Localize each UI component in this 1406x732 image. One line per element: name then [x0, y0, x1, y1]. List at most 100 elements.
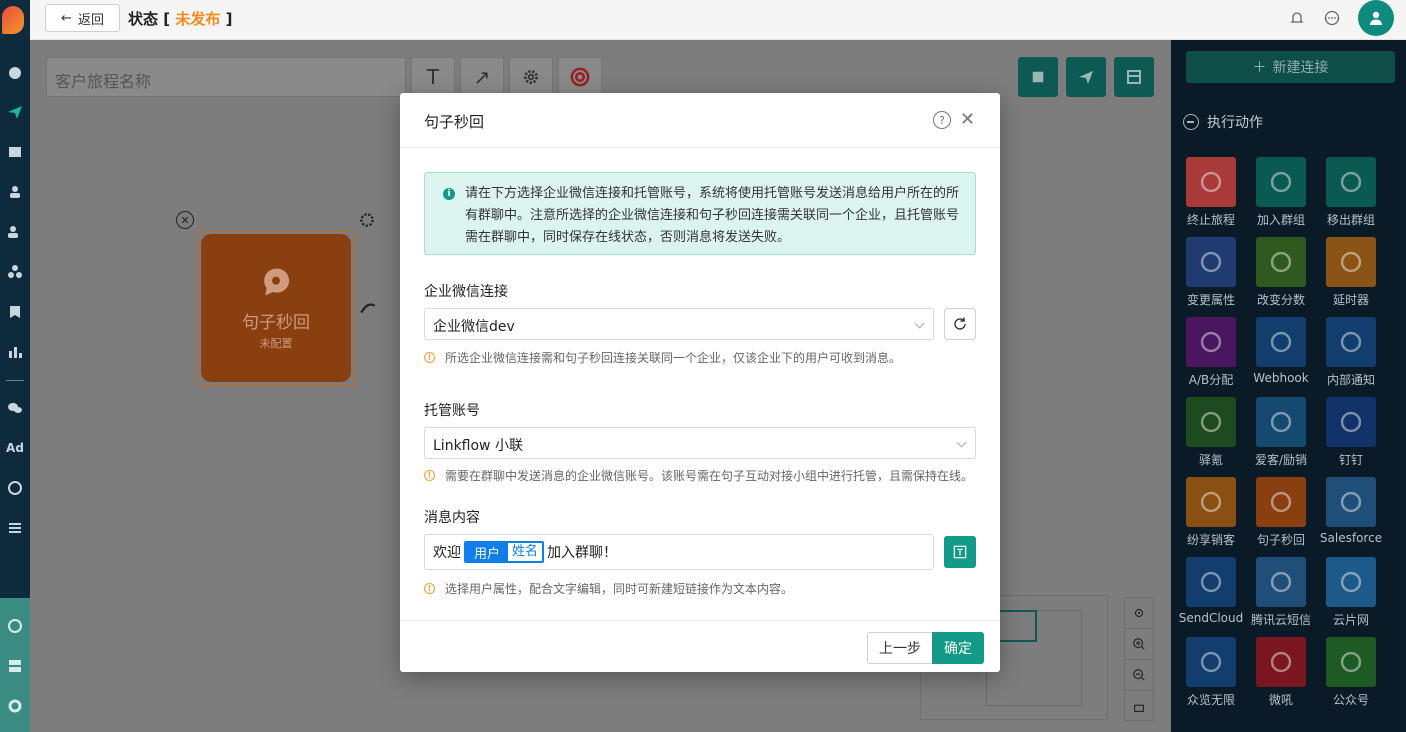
fit-icon[interactable]	[1125, 691, 1153, 722]
warning-icon: !	[424, 352, 435, 363]
locate-icon[interactable]	[1125, 598, 1153, 629]
new-connection-button[interactable]: ＋ 新建连接	[1186, 51, 1395, 83]
action-tile-label: 加入群组	[1256, 213, 1305, 227]
list-icon[interactable]	[4, 518, 26, 538]
action-tile[interactable]: 众览无限	[1176, 637, 1246, 708]
save-icon[interactable]	[1018, 57, 1058, 97]
node-title: 句子秒回	[242, 312, 310, 333]
action-tile[interactable]: 云片网	[1316, 557, 1386, 628]
action-tile-icon	[1256, 477, 1306, 527]
action-tile[interactable]: 钉钉	[1316, 397, 1386, 468]
action-tile[interactable]: 爱客/励销	[1246, 397, 1316, 468]
zoom-out-icon[interactable]	[1125, 660, 1153, 691]
gear-tool-icon[interactable]	[509, 57, 553, 97]
bell-icon[interactable]	[1287, 8, 1307, 28]
refresh-button[interactable]	[944, 308, 976, 340]
action-tile[interactable]: 加入群组	[1246, 157, 1316, 228]
settings-icon[interactable]	[4, 696, 26, 716]
action-tile[interactable]: 腾讯云短信	[1246, 557, 1316, 628]
action-tile[interactable]: 句子秒回	[1246, 477, 1316, 548]
segment-icon[interactable]	[4, 262, 26, 282]
account-select[interactable]: Linkflow 小联	[424, 427, 976, 459]
chat-icon[interactable]	[1322, 8, 1342, 28]
action-tile[interactable]: Salesforce	[1316, 477, 1386, 545]
wecom-select[interactable]: 企业微信dev	[424, 308, 934, 340]
ad-icon[interactable]: Ad	[4, 438, 26, 458]
node-remove-icon[interactable]: ✕	[176, 211, 194, 229]
journey-name-input[interactable]: 客户旅程名称	[46, 57, 406, 97]
action-tile-label: 爱客/励销	[1254, 453, 1308, 467]
action-tile-icon	[1326, 397, 1376, 447]
action-tile[interactable]: 公众号	[1316, 637, 1386, 708]
users-icon[interactable]	[4, 222, 26, 242]
arrow-left-icon: ←	[61, 10, 72, 26]
connector-icon[interactable]	[358, 298, 378, 318]
action-tile-label: 公众号	[1332, 693, 1369, 707]
message-editor[interactable]: 欢迎 用户 姓名 加入群聊！	[424, 534, 934, 570]
back-button[interactable]: ← 返回	[45, 4, 120, 32]
wechat-icon[interactable]	[4, 398, 26, 418]
action-tile[interactable]: 微吼	[1246, 637, 1316, 708]
publish-icon[interactable]	[1066, 57, 1106, 97]
action-tile[interactable]: 纷享销客	[1176, 477, 1246, 548]
nav-divider	[6, 380, 24, 381]
action-tile-icon	[1256, 157, 1306, 207]
node-settings-icon[interactable]	[357, 210, 377, 230]
action-tile-label: 移出群组	[1326, 213, 1375, 227]
target-tool-icon[interactable]	[558, 57, 602, 97]
server-icon[interactable]	[4, 656, 26, 676]
bookmark-icon[interactable]	[4, 302, 26, 322]
action-tile-label: 云片网	[1332, 613, 1369, 627]
dashboard-icon[interactable]	[4, 62, 26, 82]
action-tile[interactable]: 延时器	[1316, 237, 1386, 308]
title-prefix: 状态 [	[128, 10, 171, 28]
action-tile-icon	[1326, 637, 1376, 687]
chart-icon[interactable]	[4, 342, 26, 362]
action-tile-icon	[1256, 397, 1306, 447]
action-tile-label: 钉钉	[1338, 453, 1363, 467]
action-tile[interactable]: 变更属性	[1176, 237, 1246, 308]
action-tile[interactable]: A/B分配	[1176, 317, 1246, 388]
text-tool-icon[interactable]: T	[411, 57, 455, 97]
action-tile-icon	[1186, 237, 1236, 287]
action-tile-icon	[1256, 637, 1306, 687]
wecom-hint-text: 所选企业微信连接需和句子秒回连接关联同一个企业，仅该企业下的用户可收到消息。	[445, 351, 902, 365]
action-tile-icon	[1256, 237, 1306, 287]
close-icon[interactable]: ✕	[960, 109, 975, 130]
app-logo[interactable]	[2, 6, 24, 34]
section-collapse-toggle[interactable]: 执行动作	[1183, 112, 1263, 132]
node-body[interactable]: 句子秒回 未配置	[201, 234, 351, 382]
user-icon[interactable]	[4, 182, 26, 202]
info-icon: i	[443, 188, 455, 200]
arrow-tool-icon[interactable]: ↗	[460, 57, 504, 97]
action-tile[interactable]: 终止旅程	[1176, 157, 1246, 228]
new-connection-label: 新建连接	[1272, 60, 1329, 76]
chevron-down-icon	[956, 437, 967, 448]
confirm-button[interactable]: 确定	[932, 632, 984, 664]
action-tile-icon	[1326, 557, 1376, 607]
user-attribute-tag[interactable]: 用户 姓名	[464, 541, 545, 563]
message-label: 消息内容	[424, 510, 480, 526]
notice-text: 请在下方选择企业微信连接和托管账号，系统将使用托管账号发送消息给用户所在的所有群…	[465, 186, 960, 245]
insert-text-button[interactable]	[944, 536, 976, 568]
action-tile-icon	[1256, 557, 1306, 607]
journey-node[interactable]: 句子秒回 未配置	[197, 230, 355, 386]
layout-icon[interactable]	[1114, 57, 1154, 97]
action-tile[interactable]: 移出群组	[1316, 157, 1386, 228]
action-tile-label: Webhook	[1253, 371, 1309, 385]
circle-icon[interactable]	[4, 478, 26, 498]
help-icon[interactable]: ?	[933, 111, 951, 129]
send-icon[interactable]	[4, 102, 26, 122]
tag-key: 用户	[474, 546, 501, 562]
avatar[interactable]	[1358, 0, 1394, 36]
action-tile[interactable]: 驿氪	[1176, 397, 1246, 468]
action-tile[interactable]: Webhook	[1246, 317, 1316, 385]
org-icon[interactable]	[4, 616, 26, 636]
zoom-in-icon[interactable]	[1125, 629, 1153, 660]
warning-icon: !	[424, 470, 435, 481]
action-tile[interactable]: 内部通知	[1316, 317, 1386, 388]
previous-step-button[interactable]: 上一步	[867, 632, 933, 664]
action-tile[interactable]: 改变分数	[1246, 237, 1316, 308]
action-tile[interactable]: SendCloud	[1176, 557, 1246, 625]
table-icon[interactable]	[4, 142, 26, 162]
